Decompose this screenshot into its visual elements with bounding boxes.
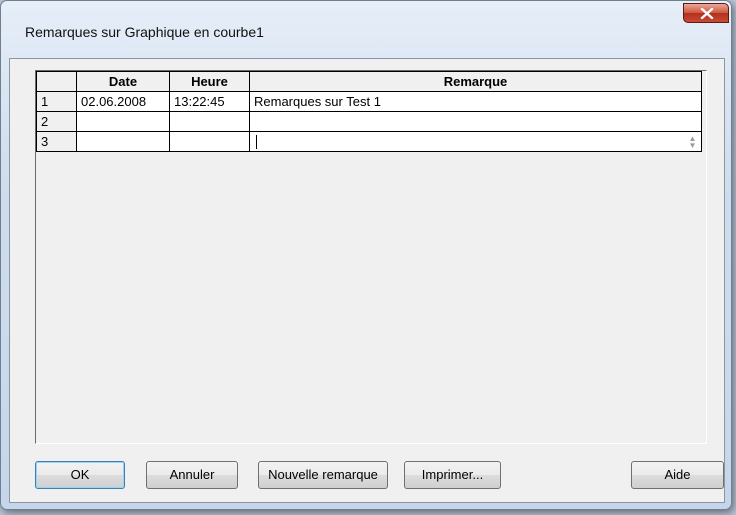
dialog-window: Remarques sur Graphique en courbe1 Date … xyxy=(0,0,732,510)
date-cell[interactable]: 02.06.2008 xyxy=(76,91,170,112)
new-remark-button[interactable]: Nouvelle remarque xyxy=(258,461,388,489)
print-button[interactable]: Imprimer... xyxy=(404,461,501,489)
dialog-client-area: Date Heure Remarque 1 02.06.2008 13:22:4… xyxy=(9,58,725,503)
text-caret xyxy=(256,135,257,149)
time-cell[interactable] xyxy=(169,131,250,152)
column-header-remark[interactable]: Remarque xyxy=(249,71,702,92)
time-cell[interactable] xyxy=(169,111,250,132)
time-cell[interactable]: 13:22:45 xyxy=(169,91,250,112)
corner-header xyxy=(36,71,77,92)
table-row: 3 ▲ ▼ xyxy=(36,131,702,152)
remark-cell[interactable]: Remarques sur Test 1 xyxy=(249,91,702,112)
row-number[interactable]: 2 xyxy=(36,111,77,132)
table-row: 2 xyxy=(36,111,702,132)
close-icon xyxy=(700,8,714,19)
remark-cell[interactable] xyxy=(249,111,702,132)
table-row: 1 02.06.2008 13:22:45 Remarques sur Test… xyxy=(36,91,702,112)
close-button[interactable] xyxy=(683,3,729,23)
date-cell[interactable] xyxy=(76,111,170,132)
ok-button[interactable]: OK xyxy=(35,461,125,489)
date-cell[interactable] xyxy=(76,131,170,152)
remarks-table: Date Heure Remarque 1 02.06.2008 13:22:4… xyxy=(36,71,702,152)
remark-edit-cell[interactable]: ▲ ▼ xyxy=(249,131,702,152)
table-header-row: Date Heure Remarque xyxy=(36,71,702,92)
window-title: Remarques sur Graphique en courbe1 xyxy=(25,24,264,40)
column-header-time[interactable]: Heure xyxy=(169,71,250,92)
cancel-button[interactable]: Annuler xyxy=(146,461,238,489)
scroll-arrows-icon[interactable]: ▲ ▼ xyxy=(687,135,698,150)
row-number[interactable]: 1 xyxy=(36,91,77,112)
column-header-date[interactable]: Date xyxy=(76,71,170,92)
help-button[interactable]: Aide xyxy=(631,461,724,489)
row-number[interactable]: 3 xyxy=(36,131,77,152)
remarks-grid[interactable]: Date Heure Remarque 1 02.06.2008 13:22:4… xyxy=(35,70,707,444)
